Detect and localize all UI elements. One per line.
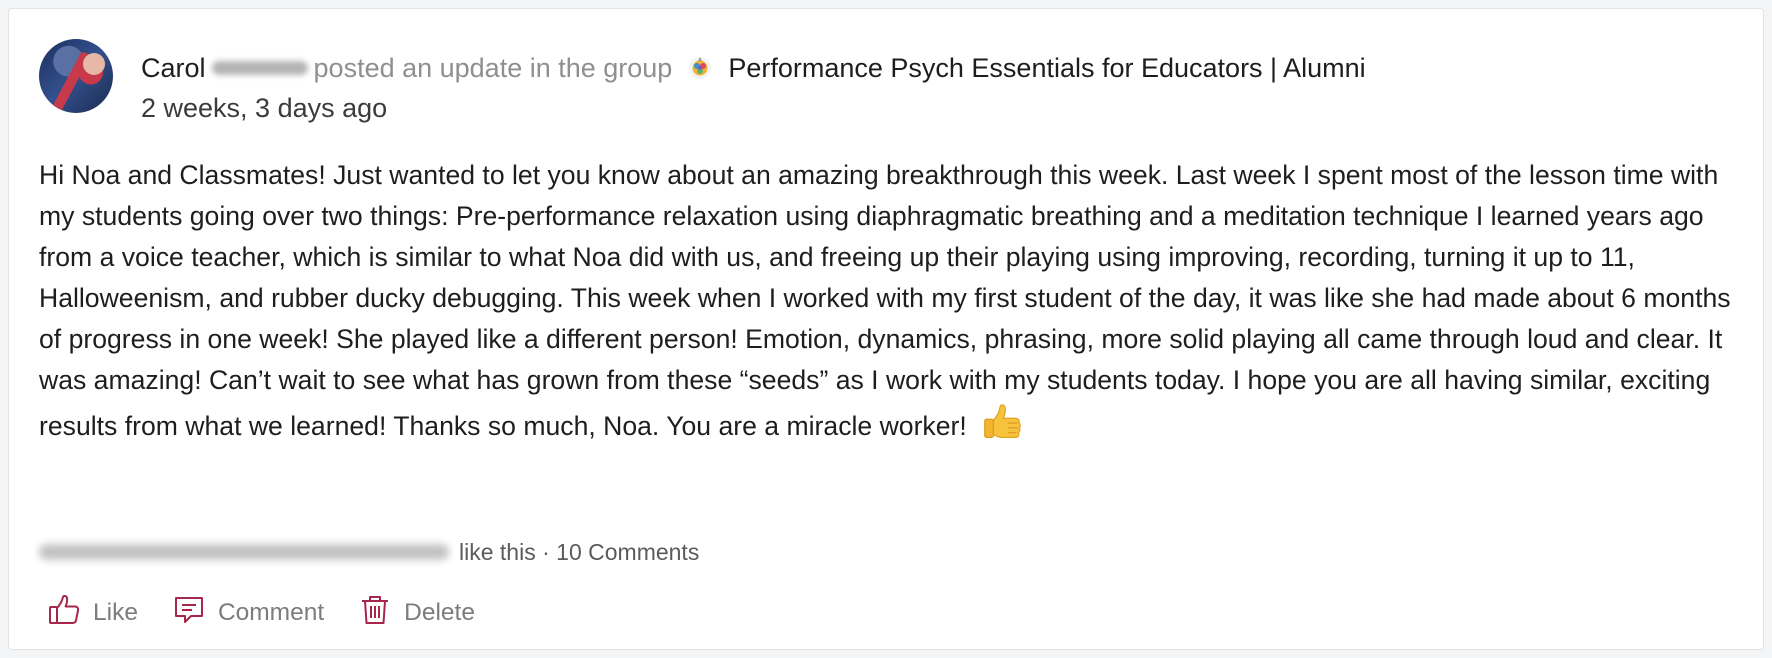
post-timestamp[interactable]: 2 weeks, 3 days ago — [141, 91, 387, 125]
post-body: Hi Noa and Classmates! Just wanted to le… — [39, 155, 1739, 447]
redacted-surname — [211, 60, 308, 75]
comments-count-link[interactable]: 10 Comments — [556, 539, 699, 565]
like-button-label: Like — [93, 599, 138, 626]
likes-summary: like this · 10 Comments — [39, 537, 699, 567]
activity-post-card: Carol posted an update in the group Perfo… — [8, 8, 1764, 650]
avatar-detail — [83, 53, 105, 75]
comment-button[interactable]: Comment — [172, 593, 324, 634]
thumbs-up-outline-icon — [47, 593, 81, 634]
separator-dot: · — [542, 539, 550, 565]
delete-button[interactable]: Delete — [358, 593, 475, 634]
avatar[interactable] — [39, 39, 113, 113]
post-header: Carol posted an update in the group Perfo… — [141, 51, 1366, 86]
post-actions-bar: Like Comment Delete — [47, 593, 475, 633]
post-action-text: posted an update in the group — [313, 53, 673, 83]
comment-button-label: Comment — [217, 599, 325, 626]
comment-icon — [172, 593, 206, 634]
like-button[interactable]: Like — [47, 593, 138, 634]
group-avatar-icon[interactable] — [686, 54, 714, 82]
author-name[interactable]: Carol — [141, 53, 206, 83]
delete-button-label: Delete — [404, 599, 475, 626]
post-body-text: Hi Noa and Classmates! Just wanted to le… — [39, 160, 1731, 441]
trash-icon — [358, 593, 392, 634]
thumbs-up-icon — [979, 401, 1025, 447]
likes-text: like this — [459, 539, 536, 565]
redacted-likers[interactable] — [39, 543, 449, 560]
group-name-link[interactable]: Performance Psych Essentials for Educato… — [728, 53, 1365, 83]
